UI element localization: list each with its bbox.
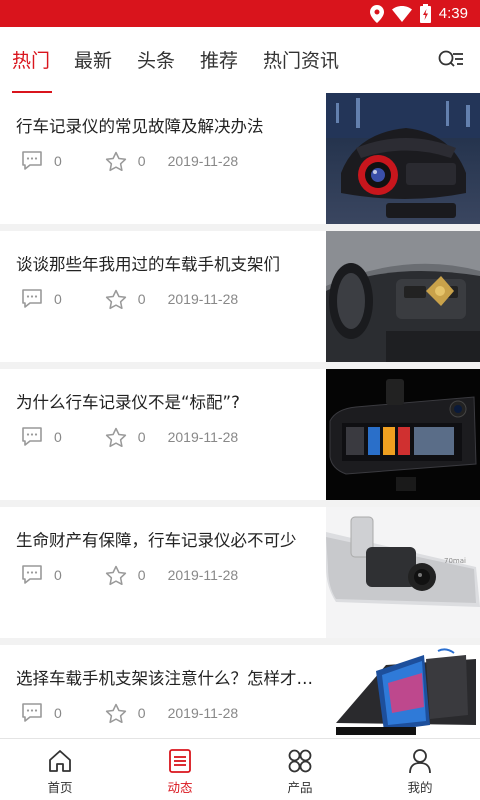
wifi-icon <box>391 5 412 22</box>
status-bar: 4:39 <box>0 0 480 27</box>
comment-count: 0 <box>54 153 62 169</box>
comment-icon[interactable] <box>20 150 44 172</box>
search-list-icon <box>438 49 464 75</box>
star-icon[interactable] <box>104 426 128 448</box>
comment-count: 0 <box>54 705 62 721</box>
article-card[interactable]: 生命财产有保障，行车记录仪必不可少 0 0 2019-11-28 70mai <box>0 507 480 638</box>
article-title: 行车记录仪的常见故障及解决办法 <box>16 117 264 136</box>
nav-profile-label: 我的 <box>407 780 433 795</box>
comment-icon[interactable] <box>20 702 44 724</box>
user-icon <box>408 747 432 775</box>
article-date: 2019-11-28 <box>167 153 239 169</box>
tab-headlines[interactable]: 头条 <box>137 47 175 75</box>
article-date: 2019-11-28 <box>167 705 239 721</box>
comment-count: 0 <box>54 567 62 583</box>
article-meta: 0 0 2019-11-28 <box>20 149 238 173</box>
comment-icon[interactable] <box>20 288 44 310</box>
article-date: 2019-11-28 <box>167 429 239 445</box>
search-list-button[interactable] <box>436 47 466 77</box>
article-meta: 0 0 2019-11-28 <box>20 287 238 311</box>
status-time: 4:39 <box>438 5 468 22</box>
comment-icon[interactable] <box>20 426 44 448</box>
star-icon[interactable] <box>104 150 128 172</box>
like-count: 0 <box>137 291 146 307</box>
article-thumbnail-dashcam <box>326 93 480 224</box>
article-title: 谈谈那些年我用过的车载手机支架们 <box>16 255 280 274</box>
article-card[interactable]: 行车记录仪的常见故障及解决办法 0 0 2019-11-28 <box>0 93 480 224</box>
comment-count: 0 <box>54 429 62 445</box>
location-icon <box>369 4 384 23</box>
article-date: 2019-11-28 <box>167 567 239 583</box>
like-count: 0 <box>137 429 146 445</box>
article-meta: 0 0 2019-11-28 <box>20 563 238 587</box>
comment-icon[interactable] <box>20 564 44 586</box>
star-icon[interactable] <box>104 564 128 586</box>
nav-home-label: 首页 <box>47 780 73 795</box>
article-thumbnail-mirror-recorder <box>326 369 480 500</box>
article-card[interactable]: 选择车载手机支架该注意什么？怎样才… 0 0 2019-11-28 <box>0 645 480 738</box>
article-card[interactable]: 为什么行车记录仪不是“标配”? 0 0 2019-11-28 <box>0 369 480 500</box>
article-card[interactable]: 谈谈那些年我用过的车载手机支架们 0 0 2019-11-28 <box>0 231 480 362</box>
tab-latest[interactable]: 最新 <box>74 47 112 75</box>
like-count: 0 <box>137 705 146 721</box>
comment-count: 0 <box>54 291 62 307</box>
tab-hot[interactable]: 热门 <box>12 47 50 75</box>
products-icon <box>287 747 313 775</box>
nav-profile[interactable]: 我的 <box>380 747 460 796</box>
article-meta: 0 0 2019-11-28 <box>20 425 238 449</box>
article-title: 生命财产有保障，行车记录仪必不可少 <box>16 531 297 550</box>
star-icon[interactable] <box>104 702 128 724</box>
article-date: 2019-11-28 <box>167 291 239 307</box>
tab-hot-news[interactable]: 热门资讯 <box>263 47 339 75</box>
category-tabs: 热门 最新 头条 推荐 热门资讯 <box>0 27 480 93</box>
svg-text:70mai: 70mai <box>444 557 466 565</box>
like-count: 0 <box>137 153 146 169</box>
article-title: 选择车载手机支架该注意什么？怎样才… <box>16 669 313 688</box>
article-title: 为什么行车记录仪不是“标配”? <box>16 393 240 412</box>
bottom-nav: 首页 动态 产品 我的 <box>0 738 480 800</box>
nav-news[interactable]: 动态 <box>140 747 220 796</box>
like-count: 0 <box>137 567 146 583</box>
article-thumbnail-rearview-camera: 70mai <box>326 507 480 638</box>
home-icon <box>47 747 73 775</box>
battery-icon <box>419 4 431 23</box>
article-meta: 0 0 2019-11-28 <box>20 701 238 725</box>
news-icon <box>168 747 192 775</box>
star-icon[interactable] <box>104 288 128 310</box>
nav-home[interactable]: 首页 <box>20 747 100 796</box>
article-thumbnail-dash-mount <box>326 645 480 738</box>
nav-news-label: 动态 <box>167 780 193 795</box>
nav-products[interactable]: 产品 <box>260 747 340 796</box>
nav-products-label: 产品 <box>287 780 313 795</box>
tab-recommend[interactable]: 推荐 <box>200 47 238 75</box>
article-thumbnail-phone-mount <box>326 231 480 362</box>
